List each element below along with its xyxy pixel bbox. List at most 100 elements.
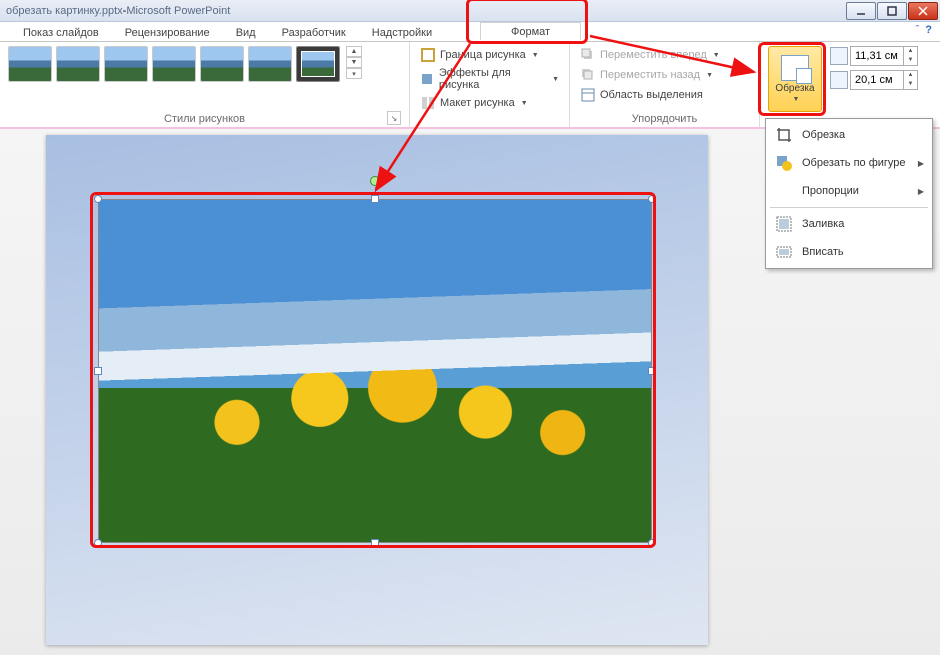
scroll-up-icon[interactable]: ▲ [346,46,362,57]
spin-down-icon[interactable]: ▼ [903,80,917,89]
menu-separator [770,207,928,208]
width-field[interactable] [851,74,903,86]
picture-layout-button[interactable]: Макет рисунка ▼ [418,94,561,112]
cmd-label: Переместить вперед [600,49,707,61]
crop-icon [774,125,794,145]
style-thumb[interactable] [104,46,148,82]
tab-review[interactable]: Рецензирование [112,23,223,41]
spin-up-icon[interactable]: ▲ [903,47,917,56]
group-label-text: Упорядочить [632,113,697,125]
resize-handle-e[interactable] [648,367,656,375]
height-input[interactable]: ▲▼ [850,46,918,66]
fill-icon [774,214,794,234]
selection-pane-icon [580,87,596,103]
picture-effects-button[interactable]: Эффекты для рисунка ▼ [418,66,561,92]
help-icon[interactable]: ? [925,24,932,36]
menu-label: Вписать [802,246,844,258]
dropdown-icon: ▼ [521,100,528,107]
tab-addins[interactable]: Надстройки [359,23,445,41]
group-picture-format: Граница рисунка ▼ Эффекты для рисунка ▼ Ма… [410,42,570,127]
style-thumb[interactable] [8,46,52,82]
resize-handle-ne[interactable] [648,195,656,203]
resize-handle-nw[interactable] [94,195,102,203]
maximize-button[interactable] [877,2,907,20]
resize-handle-s[interactable] [371,539,379,547]
style-thumb[interactable] [200,46,244,82]
rotation-handle[interactable] [370,176,380,186]
bring-forward-button: Переместить вперед▼ [578,46,722,64]
gallery-expand-icon[interactable]: ▾ [346,68,362,79]
width-icon [830,71,848,89]
help-controls: ˆ ? [916,24,932,36]
resize-handle-w[interactable] [94,367,102,375]
cmd-label: Макет рисунка [440,97,515,109]
title-bar: обрезать картинку.pptx - Microsoft Power… [0,0,940,22]
dropdown-icon: ▼ [793,96,800,103]
tab-format[interactable]: Формат [480,22,581,40]
spin-down-icon[interactable]: ▼ [903,56,917,65]
resize-handle-sw[interactable] [94,539,102,547]
menu-item-fit[interactable]: Вписать [768,238,930,266]
dropdown-icon: ▼ [706,72,713,79]
dropdown-icon: ▼ [552,76,559,83]
scroll-down-icon[interactable]: ▼ [346,57,362,68]
tab-developer[interactable]: Разработчик [269,23,359,41]
bring-forward-icon [580,47,596,63]
tab-slideshow[interactable]: Показ слайдов [10,23,112,41]
tab-view[interactable]: Вид [223,23,269,41]
crop-icon [781,55,809,81]
group-label-empty [418,112,561,125]
height-icon [830,47,848,65]
style-thumb[interactable] [248,46,292,82]
menu-item-crop-to-shape[interactable]: Обрезать по фигуре ▶ [768,149,930,177]
cmd-label: Граница рисунка [440,49,526,61]
width-input[interactable]: ▲▼ [850,70,918,90]
picture-border-button[interactable]: Граница рисунка ▼ [418,46,561,64]
slide[interactable] [46,135,708,645]
layout-icon [420,95,436,111]
crop-label: Обрезка [775,83,814,94]
group-label: Стили рисунков ↘ [8,111,401,125]
resize-handle-se[interactable] [648,539,656,547]
selected-picture[interactable] [98,199,652,543]
crop-shape-icon [774,153,794,173]
style-thumb[interactable] [152,46,196,82]
crop-button[interactable]: Обрезка ▼ [768,46,822,112]
spin-up-icon[interactable]: ▲ [903,71,917,80]
ribbon-collapse-icon[interactable]: ˆ [916,24,920,36]
resize-handle-n[interactable] [371,195,379,203]
cmd-label: Область выделения [600,89,703,101]
cmd-label: Эффекты для рисунка [439,67,546,91]
app-name: Microsoft PowerPoint [126,5,230,17]
group-label-text: Стили рисунков [164,113,245,125]
submenu-arrow-icon: ▶ [918,187,924,196]
close-button[interactable] [908,2,938,20]
send-backward-icon [580,67,596,83]
border-icon [420,47,436,63]
ribbon: ▲ ▼ ▾ Стили рисунков ↘ Граница рисунка ▼ … [0,42,940,128]
menu-label: Обрезать по фигуре [802,157,906,169]
style-thumb-selected[interactable] [296,46,340,82]
menu-label: Пропорции [802,185,859,197]
selection-pane-button[interactable]: Область выделения [578,86,722,104]
dropdown-icon: ▼ [532,52,539,59]
fit-icon [774,242,794,262]
dialog-launcher-icon[interactable]: ↘ [387,111,401,125]
send-backward-button: Переместить назад▼ [578,66,722,84]
menu-item-crop[interactable]: Обрезка [768,121,930,149]
crop-dropdown-menu: Обрезка Обрезать по фигуре ▶ Пропорции ▶… [765,118,933,269]
menu-item-aspect-ratio[interactable]: Пропорции ▶ [768,177,930,205]
menu-item-fill[interactable]: Заливка [768,210,930,238]
submenu-arrow-icon: ▶ [918,159,924,168]
menu-label: Заливка [802,218,844,230]
style-thumb[interactable] [56,46,100,82]
group-picture-styles: ▲ ▼ ▾ Стили рисунков ↘ [0,42,410,127]
minimize-button[interactable] [846,2,876,20]
menu-label: Обрезка [802,129,845,141]
height-field[interactable] [851,50,903,62]
effects-icon [420,71,435,87]
style-gallery-scroll[interactable]: ▲ ▼ ▾ [346,46,362,79]
document-name: обрезать картинку.pptx [2,5,123,17]
aspect-icon [774,181,794,201]
group-arrange: Переместить вперед▼ Переместить назад▼ О… [570,42,760,127]
